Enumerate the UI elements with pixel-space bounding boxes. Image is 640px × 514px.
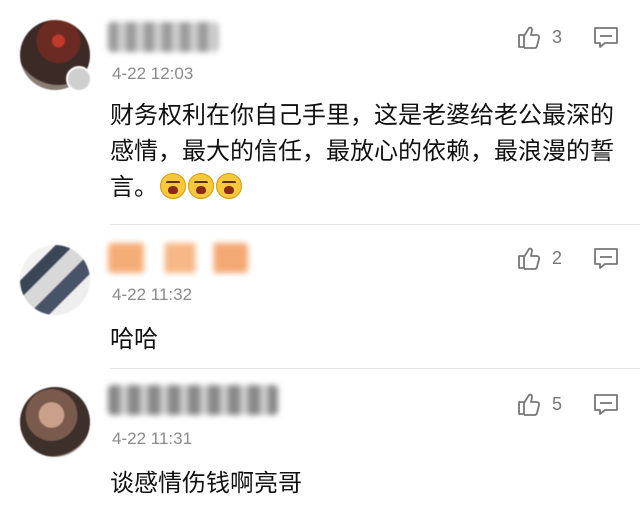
angry-face-icon <box>188 173 214 199</box>
comment-text: 谈感情伤钱啊亮哥 <box>110 469 302 497</box>
comment-timestamp: 4-22 11:31 <box>112 429 193 448</box>
comment-text: 财务权利在你自己手里，这是老婆给老公最深的感情，最大的信任，最放心的依赖，最浪漫… <box>110 97 620 205</box>
like-count: 5 <box>552 393 563 414</box>
like-count: 3 <box>552 26 563 47</box>
comment-item: 4-22 11:32 2 哈哈 <box>0 225 640 369</box>
thumbs-up-icon <box>518 247 541 270</box>
username-blurred[interactable] <box>108 243 248 273</box>
username-blurred[interactable] <box>108 22 218 52</box>
comment-item: 4-22 11:31 5 谈感情伤钱啊亮哥 <box>0 369 640 514</box>
comment-timestamp: 4-22 12:03 <box>112 64 194 83</box>
avatar[interactable] <box>20 387 90 457</box>
comment-icon <box>594 248 618 269</box>
thumbs-up-icon <box>518 393 541 416</box>
verified-badge-icon <box>66 66 92 92</box>
like-count: 2 <box>552 247 563 268</box>
comment-timestamp: 4-22 11:32 <box>112 285 193 304</box>
like-button[interactable]: 3 <box>516 24 562 50</box>
angry-face-icon <box>160 173 186 199</box>
comment-text: 哈哈 <box>110 325 158 353</box>
thumbs-up-icon <box>518 26 541 49</box>
avatar[interactable] <box>20 245 90 315</box>
comment-icon <box>594 27 618 48</box>
comment-icon <box>594 394 618 415</box>
username-blurred[interactable] <box>108 385 278 415</box>
comment-item: 4-22 12:03 3 财务权利在你自己手里，这是老婆给老公最深的感情，最大的… <box>0 0 640 225</box>
like-button[interactable]: 5 <box>516 391 562 417</box>
reply-button[interactable] <box>593 26 619 54</box>
like-button[interactable]: 2 <box>516 245 562 271</box>
reply-button[interactable] <box>593 393 619 421</box>
reply-button[interactable] <box>593 247 619 275</box>
angry-face-icon <box>216 173 242 199</box>
